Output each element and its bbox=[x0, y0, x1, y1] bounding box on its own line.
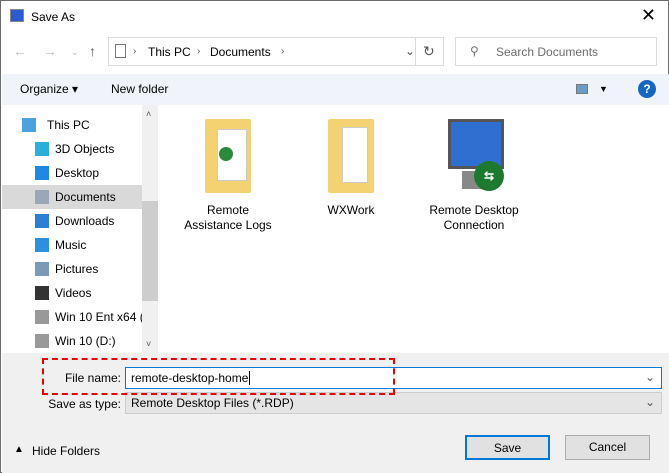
search-icon: ⚲ bbox=[470, 44, 479, 58]
sidebar-item[interactable]: Videos bbox=[2, 281, 142, 305]
save-type-select[interactable]: Remote Desktop Files (*.RDP) ⌄ bbox=[125, 392, 662, 414]
view-icon[interactable] bbox=[576, 84, 588, 94]
save-button[interactable]: Save bbox=[465, 435, 550, 460]
sidebar-item[interactable]: Desktop bbox=[2, 161, 142, 185]
pictures-icon bbox=[35, 262, 49, 276]
chevron-down-icon: ⌄ bbox=[644, 395, 655, 409]
folder-icon bbox=[328, 119, 374, 193]
hide-folders-button[interactable]: Hide Folders bbox=[32, 444, 100, 458]
save-as-dialog: Save As ✕ ← → ⌄ ↑ › This PC › Documents … bbox=[0, 0, 669, 473]
recent-dropdown-icon[interactable]: ⌄ bbox=[71, 47, 79, 58]
chevron-up-icon: ▲ bbox=[14, 444, 24, 455]
sidebar-item[interactable]: Music bbox=[2, 233, 142, 257]
sidebar-item-label: Win 10 Ent x64 ( bbox=[55, 310, 142, 324]
chevron-down-icon[interactable]: ⌄ bbox=[645, 370, 655, 384]
help-icon[interactable]: ? bbox=[638, 80, 656, 98]
sidebar-item-label: Downloads bbox=[55, 214, 115, 228]
window-title: Save As bbox=[31, 10, 76, 24]
refresh-icon[interactable]: ↻ bbox=[423, 43, 435, 60]
sidebar-item-label: Win 10 (D:) bbox=[55, 334, 116, 348]
cube-icon bbox=[35, 142, 49, 156]
download-icon bbox=[35, 214, 49, 228]
scroll-down-icon[interactable]: ˅ bbox=[146, 339, 151, 349]
file-name: Remote Assistance Logs bbox=[184, 203, 272, 232]
file-item[interactable]: Remote Assistance Logs bbox=[178, 119, 278, 233]
divider bbox=[415, 38, 416, 65]
save-type-label: Save as type: bbox=[48, 397, 121, 411]
sidebar-item[interactable]: Documents bbox=[2, 185, 142, 209]
sidebar-item-label: Music bbox=[55, 238, 87, 252]
new-folder-button[interactable]: New folder bbox=[111, 82, 168, 96]
file-list: Remote Assistance Logs WXWork ⇆ Remote D… bbox=[158, 105, 669, 353]
file-name: Remote Desktop Connection bbox=[429, 203, 519, 232]
organize-button[interactable]: Organize ▾ bbox=[20, 82, 78, 96]
save-type-value: Remote Desktop Files (*.RDP) bbox=[131, 396, 294, 410]
file-item[interactable]: WXWork bbox=[301, 119, 401, 218]
chevron-down-icon[interactable]: ⌄ bbox=[405, 44, 415, 58]
close-icon[interactable]: ✕ bbox=[641, 5, 656, 26]
sidebar-item[interactable]: Win 10 (D:) bbox=[2, 329, 142, 353]
file-item[interactable]: ⇆ Remote Desktop Connection bbox=[424, 119, 524, 233]
separator-icon: › bbox=[197, 46, 201, 57]
drive-icon bbox=[35, 334, 49, 348]
remote-desktop-icon: ⇆ bbox=[442, 119, 506, 193]
sidebar-item-label: Pictures bbox=[55, 262, 99, 276]
sidebar-item-label: Videos bbox=[55, 286, 92, 300]
sidebar-item[interactable]: 3D Objects bbox=[2, 137, 142, 161]
folder-icon bbox=[205, 119, 251, 193]
scroll-up-icon[interactable]: ˄ bbox=[146, 109, 151, 119]
sidebar-item-label: Desktop bbox=[55, 166, 100, 180]
sidebar-item[interactable]: This PC bbox=[2, 113, 142, 137]
document-icon bbox=[35, 190, 49, 204]
address-bar[interactable]: › This PC › Documents › ⌄ ↻ bbox=[108, 37, 444, 66]
highlight-box bbox=[42, 358, 395, 395]
sidebar-item-label: This PC bbox=[47, 118, 90, 132]
desktop-icon bbox=[35, 166, 49, 180]
file-name: WXWork bbox=[327, 203, 375, 217]
sidebar-item[interactable]: Downloads bbox=[2, 209, 142, 233]
sidebar-item[interactable]: Win 10 Ent x64 ( bbox=[2, 305, 142, 329]
drive-icon bbox=[35, 310, 49, 324]
forward-icon[interactable]: → bbox=[43, 43, 57, 59]
separator-icon: › bbox=[133, 46, 137, 57]
document-icon bbox=[115, 44, 126, 58]
breadcrumb-this-pc[interactable]: This PC bbox=[148, 45, 191, 59]
app-icon bbox=[10, 9, 24, 22]
navigation-pane: This PC 3D Objects Desktop Documents Downloa… bbox=[2, 105, 142, 353]
view-dropdown-icon[interactable]: ▼ bbox=[599, 84, 608, 94]
up-icon[interactable]: ↑ bbox=[89, 43, 96, 59]
computer-icon bbox=[22, 118, 36, 132]
scrollbar-thumb[interactable] bbox=[142, 201, 158, 301]
sidebar-item-label: 3D Objects bbox=[55, 142, 115, 156]
breadcrumb-documents[interactable]: Documents bbox=[210, 45, 271, 59]
cancel-button[interactable]: Cancel bbox=[565, 435, 650, 460]
separator-icon: › bbox=[281, 46, 285, 57]
back-icon[interactable]: ← bbox=[13, 43, 27, 59]
search-input[interactable]: ⚲ Search Documents bbox=[455, 37, 657, 66]
music-icon bbox=[35, 238, 49, 252]
sidebar-item-label: Documents bbox=[55, 190, 116, 204]
toolbar: Organize ▾ New folder ▼ ? bbox=[2, 74, 669, 105]
sidebar-item[interactable]: Pictures bbox=[2, 257, 142, 281]
search-placeholder: Search Documents bbox=[496, 45, 599, 59]
videos-icon bbox=[35, 286, 49, 300]
